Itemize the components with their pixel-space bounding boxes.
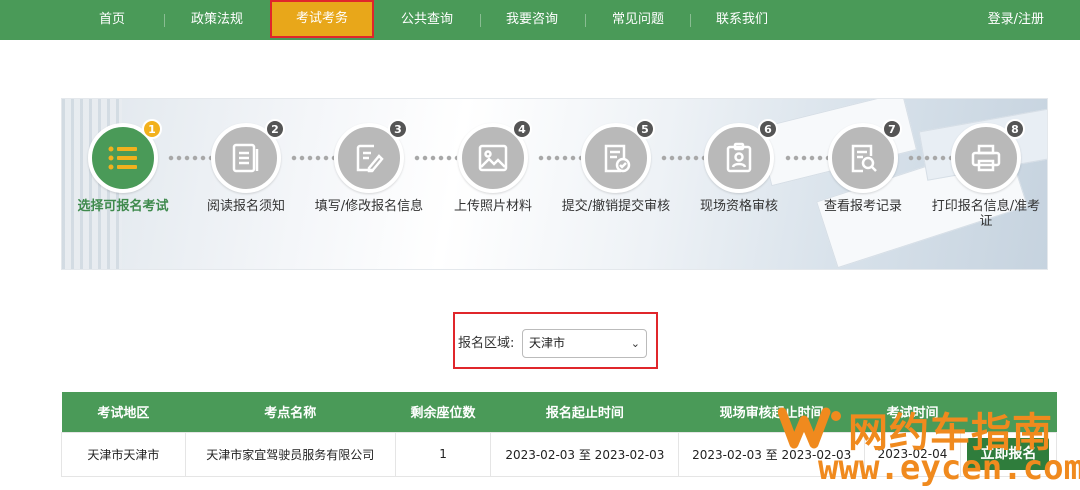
step-number-badge: 2 <box>265 119 285 139</box>
nav-separator <box>480 14 481 27</box>
nav-policy[interactable]: 政策法规 <box>177 0 257 40</box>
nav-contact[interactable]: 联系我们 <box>702 0 782 40</box>
step-label: 选择可报名考试 <box>77 199 169 214</box>
step-label: 上传照片材料 <box>453 199 532 214</box>
document-icon <box>232 143 259 173</box>
watermark-logo-icon <box>778 407 841 449</box>
step-circle: 1 <box>88 119 162 193</box>
column-header: 报名起止时间 <box>490 392 679 432</box>
watermark-url-text: www.eycen.com <box>818 448 1080 488</box>
step-3[interactable]: 3 填写/修改报名信息 <box>309 119 429 214</box>
step-8[interactable]: 8 打印报名信息/准考证 <box>926 119 1046 229</box>
nav-public-query[interactable]: 公共查询 <box>387 0 467 40</box>
cell-remaining-seats: 1 <box>394 431 492 477</box>
page: 首页 政策法规 考试考务 公共查询 我要咨询 常见问题 联系我们 登录/注册 1… <box>0 0 1080 490</box>
edit-icon <box>356 144 384 173</box>
nav-consult[interactable]: 我要咨询 <box>492 0 572 40</box>
step-number-badge: 7 <box>882 119 902 139</box>
region-select[interactable]: 天津市 ⌄ <box>522 329 647 358</box>
login-register-link[interactable]: 登录/注册 <box>988 0 1044 40</box>
search-document-icon <box>851 144 877 173</box>
column-header: 考试地区 <box>61 392 186 432</box>
step-number-badge: 6 <box>758 119 778 139</box>
step-circle: 7 <box>828 119 902 193</box>
step-circle: 3 <box>334 119 408 193</box>
top-nav: 首页 政策法规 考试考务 公共查询 我要咨询 常见问题 联系我们 登录/注册 <box>0 0 1080 40</box>
step-circle: 5 <box>581 119 655 193</box>
cell-region: 天津市天津市 <box>61 431 186 477</box>
image-icon <box>478 144 508 172</box>
nav-separator <box>585 14 586 27</box>
nav-faq[interactable]: 常见问题 <box>598 0 678 40</box>
region-selected-value: 天津市 <box>529 336 566 350</box>
step-circle: 6 <box>704 119 778 193</box>
watermark: 网约车指南 www.eycen.com <box>778 400 1080 490</box>
chevron-down-icon: ⌄ <box>630 337 640 350</box>
step-4[interactable]: 4 上传照片材料 <box>433 119 553 214</box>
steps-banner: 1 选择可报名考试 2 阅读报名须知 3 填写/修改报名信息 4 上传照片材料 … <box>61 98 1048 270</box>
id-card-icon <box>726 142 752 173</box>
region-label: 报名区域: <box>458 336 515 351</box>
step-5[interactable]: 5 提交/撤销提交审核 <box>556 119 676 214</box>
column-header: 考点名称 <box>185 392 396 432</box>
step-number-badge: 5 <box>635 119 655 139</box>
check-document-icon <box>604 144 631 173</box>
cell-site-name: 天津市家宜驾驶员服务有限公司 <box>184 431 396 477</box>
step-circle: 2 <box>211 119 285 193</box>
step-label: 查看报考记录 <box>823 199 902 214</box>
step-label: 填写/修改报名信息 <box>314 199 424 214</box>
printer-icon <box>971 144 1001 172</box>
step-circle: 4 <box>458 119 532 193</box>
step-number-badge: 1 <box>142 119 162 139</box>
nav-exam-affairs[interactable]: 考试考务 <box>270 0 374 38</box>
column-header: 剩余座位数 <box>395 392 491 432</box>
step-circle: 8 <box>951 119 1025 193</box>
step-7[interactable]: 7 查看报考记录 <box>803 119 923 214</box>
step-number-badge: 4 <box>512 119 532 139</box>
step-number-badge: 3 <box>388 119 408 139</box>
cell-registration-period: 2023-02-03 至 2023-02-03 <box>490 431 680 477</box>
step-label: 阅读报名须知 <box>206 199 285 214</box>
step-label: 打印报名信息/准考证 <box>931 199 1041 229</box>
step-label: 现场资格审核 <box>699 199 778 214</box>
region-filter: 报名区域: 天津市 ⌄ <box>453 312 658 369</box>
step-6[interactable]: 6 现场资格审核 <box>679 119 799 214</box>
nav-home[interactable]: 首页 <box>72 0 152 40</box>
step-2[interactable]: 2 阅读报名须知 <box>186 119 306 214</box>
nav-separator <box>690 14 691 27</box>
step-label: 提交/撤销提交审核 <box>561 199 671 214</box>
list-icon <box>108 146 137 170</box>
nav-separator <box>164 14 165 27</box>
step-1[interactable]: 1 选择可报名考试 <box>63 119 183 214</box>
step-number-badge: 8 <box>1005 119 1025 139</box>
